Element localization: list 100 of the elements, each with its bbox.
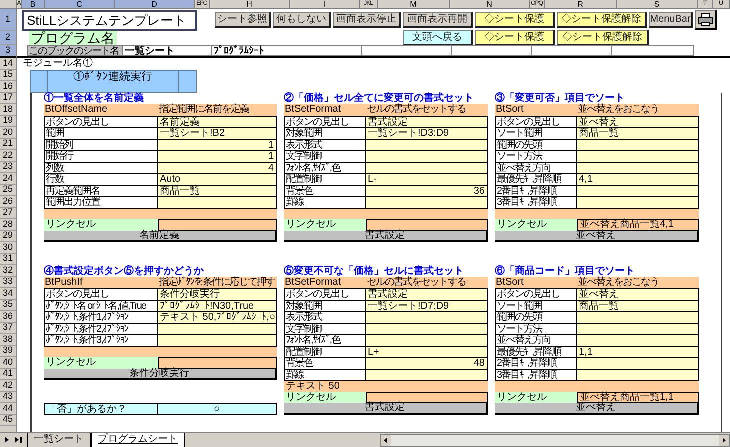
question-label: 「否」があるか？ xyxy=(44,403,158,414)
column-header[interactable]: R xyxy=(545,0,617,8)
sheet-title: StiLLシステムテンプレート xyxy=(22,10,197,30)
sheet-button[interactable]: 文頭へ戻る xyxy=(403,30,473,46)
block-title: ②「価格」セル全てに変更可の書式セット xyxy=(284,93,474,104)
param-value: 条件分岐実行 xyxy=(158,288,277,300)
row-header[interactable]: 22 xyxy=(0,150,16,162)
print-button[interactable] xyxy=(695,10,717,30)
param-label: ﾎﾞﾀﾝ,ｼｰﾄ,条件1,ｵﾌﾟｼｮﾝ xyxy=(44,311,158,322)
horizontal-scrollbar[interactable] xyxy=(380,434,730,446)
param-label: 並べ替え方向 xyxy=(495,162,577,173)
param-label: 範囲出力位置 xyxy=(44,196,158,208)
class-name: BtPushIf xyxy=(44,276,84,288)
column-header[interactable]: C xyxy=(45,0,115,8)
row-header[interactable]: 31 xyxy=(0,254,16,265)
block-title: ⑥「商品コード」項目でソート xyxy=(495,266,635,276)
row-header[interactable]: 16 xyxy=(0,81,16,92)
row-header[interactable]: 2 xyxy=(0,31,16,45)
row-header[interactable]: 29 xyxy=(0,230,16,242)
link-label: リンクセル xyxy=(495,219,577,230)
sheet-button[interactable]: ◇シート保護 xyxy=(475,12,555,28)
row-header[interactable]: 17 xyxy=(0,92,16,104)
row-header[interactable]: 3 xyxy=(0,45,16,58)
sheet-button[interactable]: 画面表示停止 xyxy=(333,12,401,28)
row-header[interactable]: 26 xyxy=(0,196,16,208)
row-header[interactable]: 33 xyxy=(0,276,16,288)
row-header[interactable]: 19 xyxy=(0,116,16,127)
row-header[interactable]: 20 xyxy=(0,127,16,138)
sheet-button[interactable]: ◇シート保護解除 xyxy=(557,30,649,46)
sheet-tab[interactable]: プログラムシート xyxy=(91,432,185,447)
row-header[interactable]: 44 xyxy=(0,403,16,414)
row-header[interactable]: 42 xyxy=(0,380,16,392)
column-header[interactable]: D xyxy=(115,0,195,8)
row-header[interactable]: 45 xyxy=(0,414,16,426)
column-header[interactable]: H xyxy=(210,0,290,8)
param-label: 表示形式 xyxy=(284,311,366,322)
param-label: 列数 xyxy=(44,162,158,173)
row-header[interactable]: 28 xyxy=(0,219,16,230)
row-header[interactable]: 25 xyxy=(0,184,16,196)
program-name-label: プログラム名 xyxy=(29,31,117,45)
class-name: BtSetFormat xyxy=(284,104,342,116)
row-header[interactable]: 23 xyxy=(0,162,16,173)
param-label: 開始行 xyxy=(44,150,158,162)
param-value: 書式設定 xyxy=(366,288,488,300)
row-header[interactable]: 27 xyxy=(0,208,16,219)
sheet-button[interactable]: シート参照 xyxy=(215,12,271,28)
sheet-button[interactable]: ◇シート保護 xyxy=(475,30,555,46)
row-header[interactable]: 30 xyxy=(0,242,16,254)
note-text: テキスト 50 xyxy=(285,380,340,392)
row-header[interactable]: 32 xyxy=(0,265,16,276)
sheet-button[interactable]: 何もしない xyxy=(273,12,331,28)
param-label: 行数 xyxy=(44,173,158,184)
param-label: 範囲の先頭 xyxy=(495,311,577,322)
param-label: ソート方法 xyxy=(495,322,577,334)
param-value: L- xyxy=(366,173,488,184)
column-header[interactable]: N xyxy=(450,0,530,8)
param-label: ﾌｫﾝﾄ名,ｻｲｽﾞ,色 xyxy=(284,162,366,173)
row-header[interactable]: 14 xyxy=(0,58,16,70)
param-label: 背景色 xyxy=(284,357,366,368)
row-header[interactable]: 43 xyxy=(0,392,16,403)
param-label: ボタンの見出し xyxy=(495,288,577,300)
param-value: Auto xyxy=(158,173,277,184)
row-header[interactable]: 37 xyxy=(0,322,16,334)
sheet-button[interactable]: ◇シート保護解除 xyxy=(557,12,647,28)
param-label: 表示形式 xyxy=(284,138,366,150)
param-value: 4,1 xyxy=(577,173,699,184)
column-header[interactable]: B xyxy=(22,0,45,8)
block-title: ①一覧全体を名前定義 xyxy=(44,93,144,104)
param-value: 商品一覧 xyxy=(158,184,277,196)
row-header[interactable]: 36 xyxy=(0,311,16,322)
param-label: 文字制御 xyxy=(284,150,366,162)
sheet-button[interactable]: MenuBar xyxy=(649,12,693,28)
param-label: 最優先ｷｰ,昇降順 xyxy=(495,346,577,357)
row-header[interactable]: 15 xyxy=(0,70,16,81)
sheet-tab[interactable]: 一覧シート xyxy=(27,432,91,447)
param-label: ﾎﾞﾀﾝ,ｼｰﾄ,条件3,ｵﾌﾟｼｮﾝ xyxy=(44,334,158,346)
row-header[interactable]: 18 xyxy=(0,104,16,116)
row-header[interactable]: 24 xyxy=(0,173,16,184)
row-header[interactable]: 39 xyxy=(0,346,16,357)
row-header[interactable]: 34 xyxy=(0,288,16,300)
block-title: ④書式設定ボタン⑤を押すかどうか xyxy=(44,266,204,276)
row-header[interactable]: 1 xyxy=(0,9,16,31)
row-header[interactable]: 41 xyxy=(0,368,16,380)
param-label: ボタンの見出し xyxy=(495,116,577,127)
column-header[interactable]: I xyxy=(290,0,360,8)
column-header[interactable]: M xyxy=(378,0,450,8)
column-header[interactable]: S xyxy=(617,0,698,8)
param-value: 48 xyxy=(366,357,488,368)
param-label: ボタンの見出し xyxy=(284,116,366,127)
param-value: 並べ替え xyxy=(577,288,699,300)
row-header[interactable]: 40 xyxy=(0,357,16,368)
row-header[interactable]: 35 xyxy=(0,300,16,311)
param-label: 範囲 xyxy=(44,127,158,138)
sheet-button[interactable]: 画面表示再開 xyxy=(403,12,473,28)
param-label: 2番目ｷｰ,昇降順 xyxy=(495,184,577,196)
row-header[interactable]: 21 xyxy=(0,138,16,150)
row-header[interactable]: 38 xyxy=(0,334,16,346)
param-value: 書式設定 xyxy=(366,116,488,127)
class-name: BtSort xyxy=(495,276,525,288)
module-label: モジュール名① xyxy=(23,58,93,70)
